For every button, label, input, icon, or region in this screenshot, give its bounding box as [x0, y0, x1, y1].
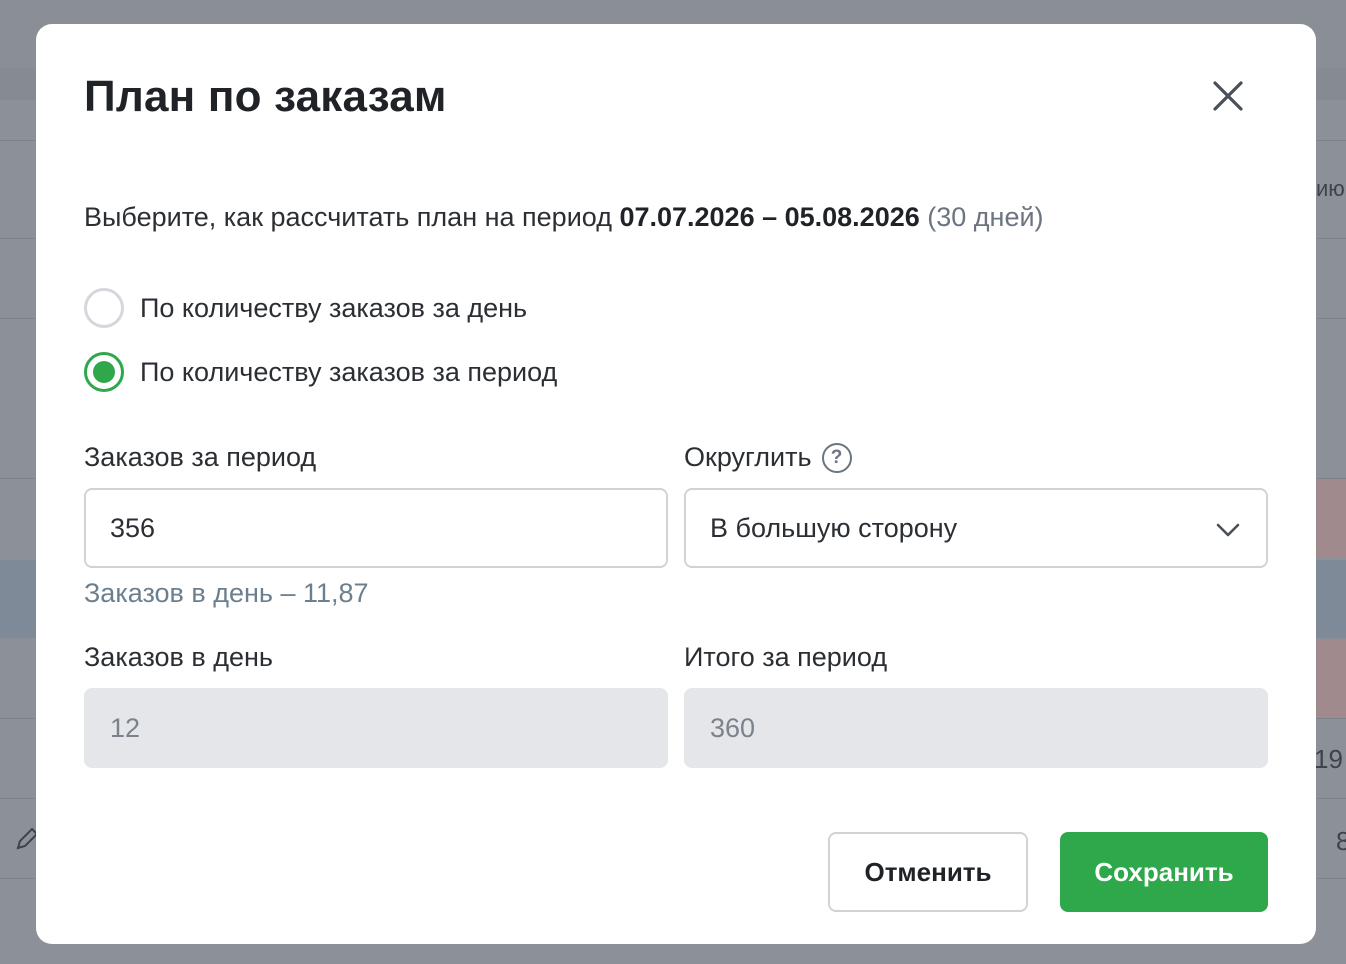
question-circle-icon[interactable]: ? [821, 442, 852, 473]
rounding-label-text: Округлить [684, 442, 812, 472]
orders-period-label: Заказов за период [84, 442, 317, 472]
radio-orders-per-day[interactable]: По количеству заказов за день [84, 288, 527, 328]
order-plan-dialog: План по заказам Выберите, как рассчитать… [36, 24, 1316, 944]
background-text-fragment: 19 [1314, 744, 1343, 774]
period-days: (30 дней) [927, 202, 1044, 232]
intro-text: Выберите, как рассчитать план на период [84, 202, 620, 232]
total-period-label: Итого за период [684, 642, 888, 672]
radio-dot [93, 361, 115, 383]
total-period-field: 360 [684, 688, 1268, 768]
radio-label: По количеству заказов за период [140, 356, 558, 387]
chevron-down-icon [1216, 523, 1240, 537]
radio-button-selected[interactable] [84, 352, 124, 392]
period-dates: 07.07.2026 – 05.08.2026 [619, 202, 920, 232]
background-text-fragment: ию [1316, 176, 1345, 201]
rounding-select-value: В большую сторону [710, 512, 958, 543]
close-button[interactable] [1206, 74, 1250, 118]
orders-per-day-hint: Заказов в день – 11,87 [84, 578, 369, 608]
save-button[interactable]: Сохранить [1060, 832, 1268, 912]
cancel-button[interactable]: Отменить [828, 832, 1028, 912]
dialog-title: План по заказам [84, 72, 447, 121]
background-text-fragment: 8 [1336, 826, 1346, 856]
rounding-select[interactable]: В большую сторону [684, 488, 1268, 568]
orders-period-input[interactable]: 356 [84, 488, 668, 568]
radio-label: По количеству заказов за день [140, 292, 528, 323]
radio-orders-per-period[interactable]: По количеству заказов за период [84, 352, 557, 392]
orders-day-field: 12 [84, 688, 668, 768]
close-icon [1213, 81, 1243, 111]
radio-button[interactable] [84, 288, 124, 328]
period-description: Выберите, как рассчитать план на период … [84, 202, 1044, 233]
rounding-label: Округлить ? [684, 442, 852, 473]
orders-day-label: Заказов в день [84, 642, 273, 672]
